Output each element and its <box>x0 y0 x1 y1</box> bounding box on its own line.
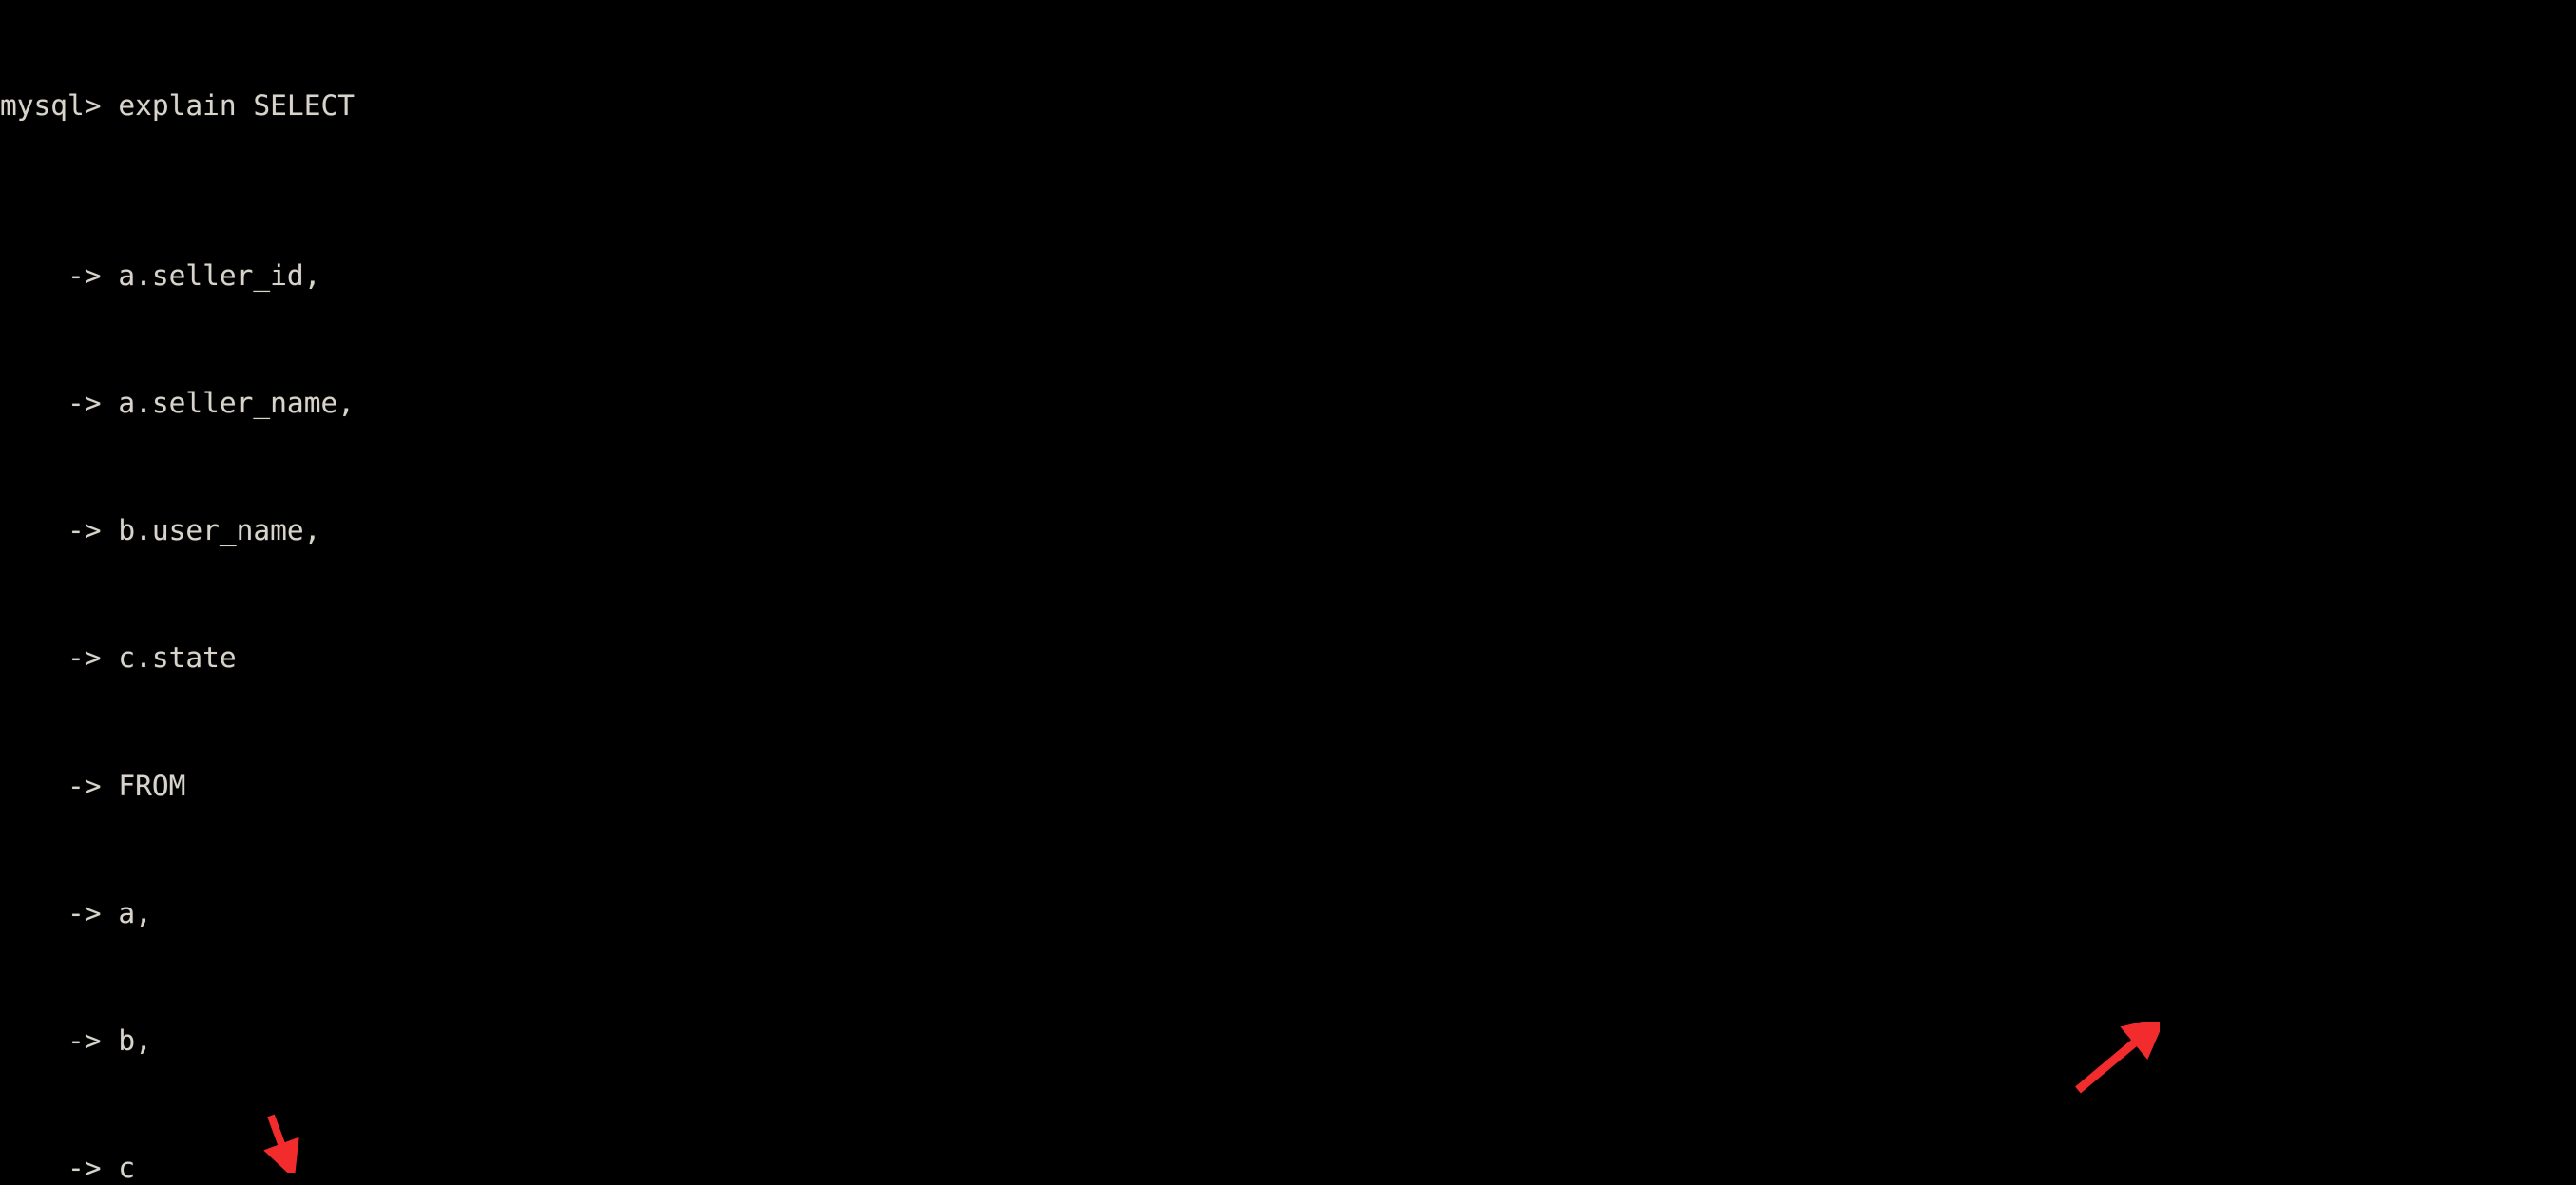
query-line: -> c.state <box>0 641 237 675</box>
terminal-command-line: mysql> explain SELECT <box>0 89 355 123</box>
terminal-output[interactable]: mysql> explain SELECT -> a.seller_id, ->… <box>0 0 2576 1185</box>
query-line: -> a.seller_id, <box>0 259 321 293</box>
query-line: -> b.user_name, <box>0 514 321 547</box>
query-line: -> a.seller_name, <box>0 387 355 420</box>
query-line: -> FROM <box>0 769 186 802</box>
query-line: -> a, <box>0 896 152 929</box>
query-line: -> c <box>0 1151 136 1184</box>
query-line: -> b, <box>0 1023 152 1057</box>
terminal-screen: mysql> explain SELECT -> a.seller_id, ->… <box>0 0 2576 1185</box>
